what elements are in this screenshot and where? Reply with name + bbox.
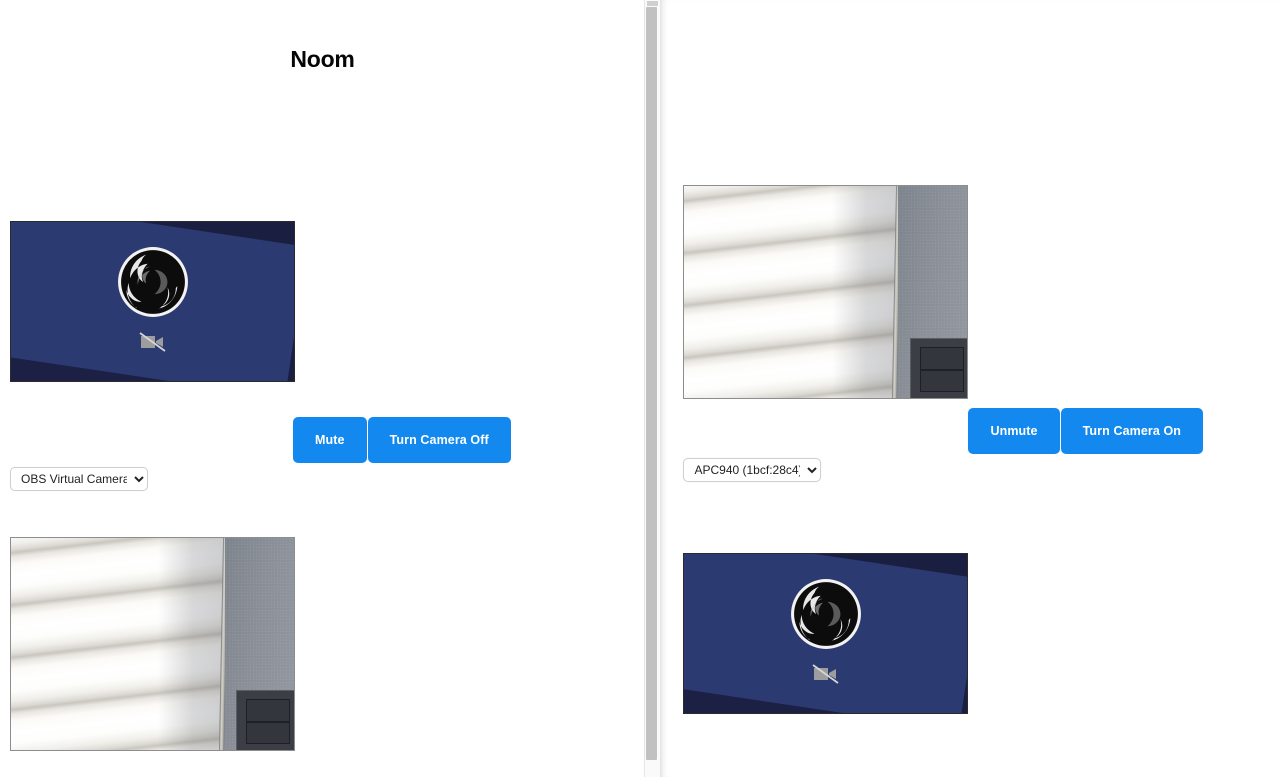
page-title: Noom <box>290 46 355 72</box>
video-tile-webcam-feed[interactable] <box>683 185 969 399</box>
webcam-photo <box>11 538 294 750</box>
scrollbar-thumb[interactable] <box>646 7 658 760</box>
webcam-switch-inner <box>246 698 291 744</box>
app-root: Noom Mute Turn Camera Off OBS Virtual Ca… <box>0 0 1280 777</box>
video-tile-obs-virtual-camera[interactable] <box>683 553 969 714</box>
page-scrollbar[interactable] <box>644 0 661 777</box>
mute-button[interactable]: Mute <box>293 417 367 463</box>
toggle-camera-button[interactable]: Turn Camera On <box>1060 408 1204 454</box>
camera-device-select[interactable]: OBS Virtual Camera <box>10 467 148 491</box>
camera-off-icon <box>811 662 841 686</box>
camera-device-select[interactable]: APC940 (1bcf:28c4) <box>683 458 822 482</box>
obs-logo-icon <box>788 576 864 652</box>
unmute-button[interactable]: Unmute <box>968 408 1060 454</box>
obs-logo-icon <box>115 244 191 320</box>
toggle-camera-button[interactable]: Turn Camera Off <box>367 417 511 463</box>
webcam-switch-plate <box>909 337 968 398</box>
right-browser-panel: Noom Unmute Turn Camera On <box>660 0 1280 777</box>
webcam-photo <box>684 186 968 398</box>
webcam-switch-plate <box>236 689 294 750</box>
webcam-switch-divider <box>920 369 963 371</box>
left-browser-panel: Noom Mute Turn Camera Off OBS Virtual Ca… <box>0 0 645 777</box>
video-tile-obs-virtual-camera[interactable] <box>10 221 295 382</box>
right-call-controls: Unmute Turn Camera On <box>968 408 1204 454</box>
camera-off-icon <box>138 330 168 354</box>
left-call-controls: Mute Turn Camera Off <box>293 417 511 463</box>
webcam-switch-divider <box>247 721 290 723</box>
scroll-up-arrow-icon[interactable] <box>647 1 659 6</box>
webcam-switch-inner <box>919 346 964 392</box>
video-tile-webcam-feed[interactable] <box>10 537 295 751</box>
